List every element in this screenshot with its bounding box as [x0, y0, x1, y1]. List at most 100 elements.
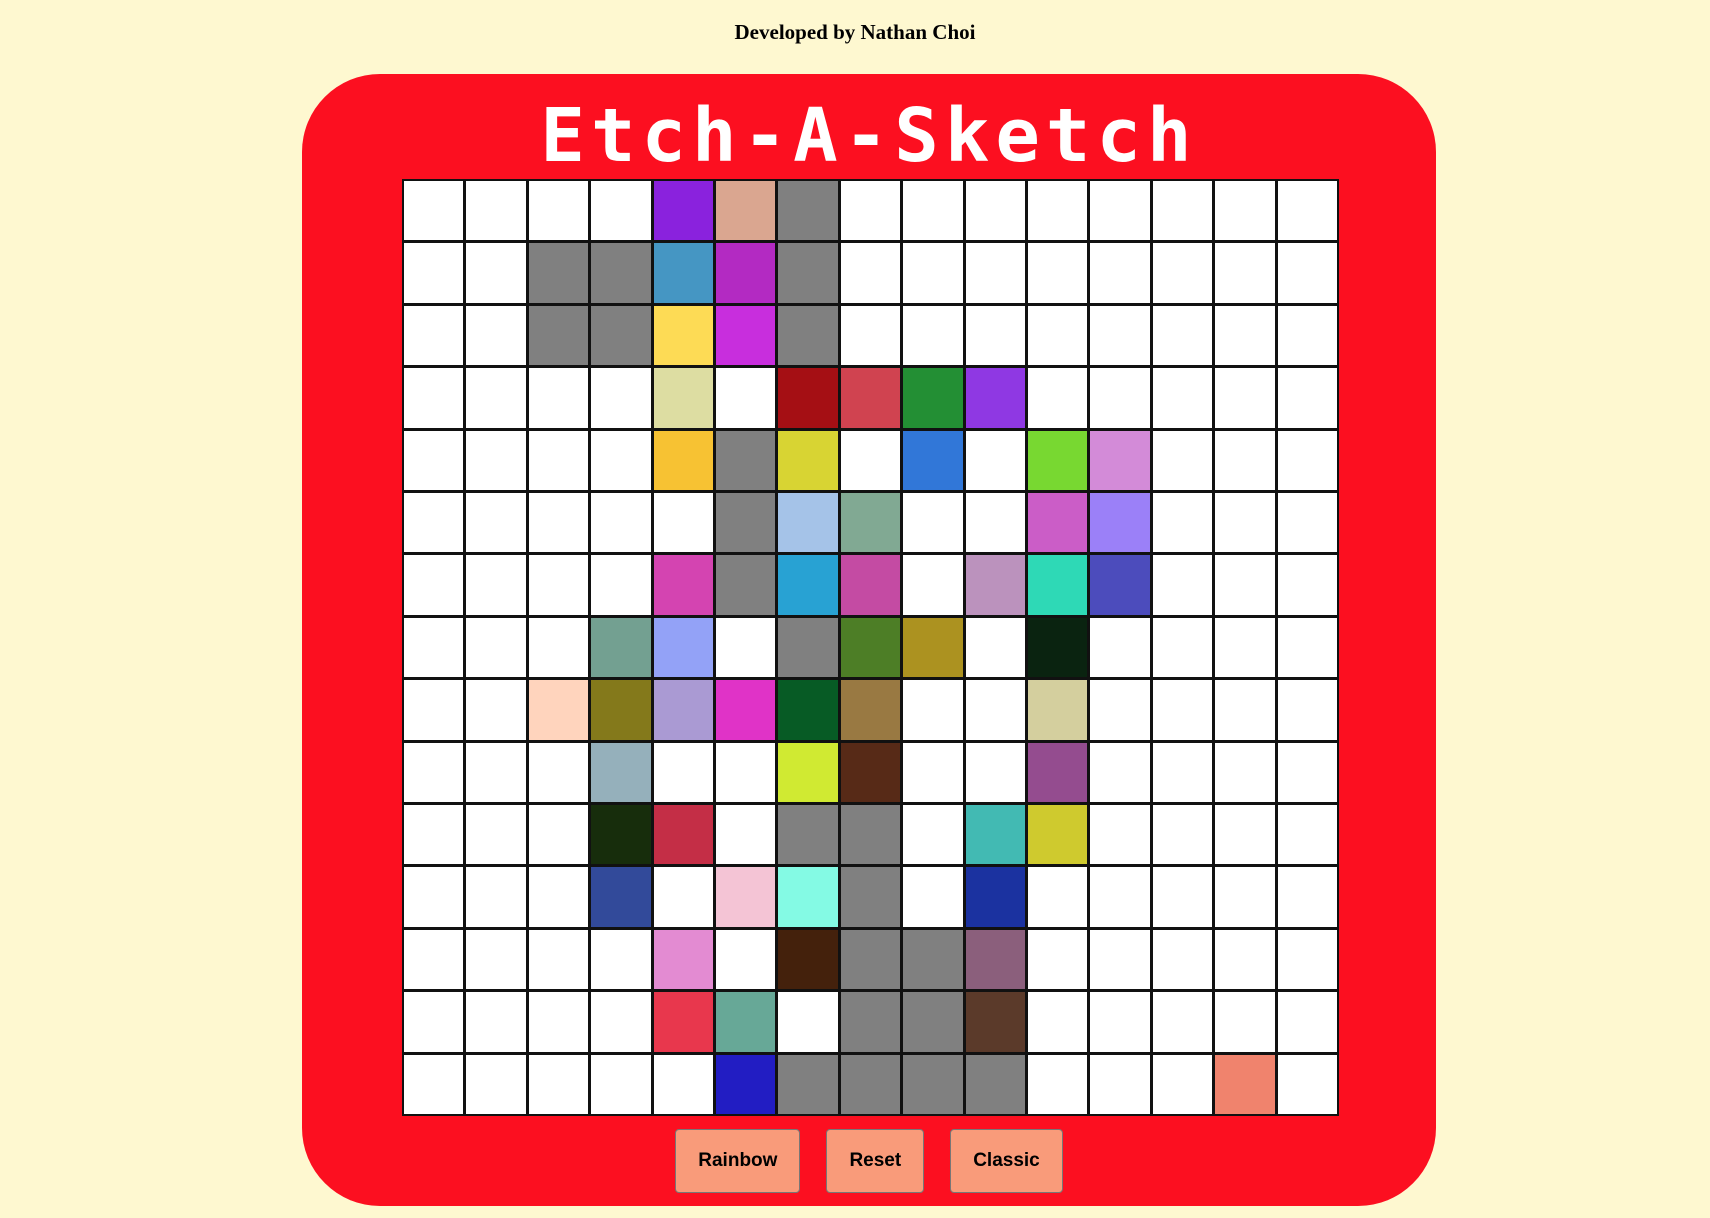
grid-cell[interactable] [1215, 493, 1275, 553]
grid-cell[interactable] [903, 181, 963, 241]
grid-cell[interactable] [965, 680, 1025, 740]
grid-cell[interactable] [965, 493, 1025, 553]
grid-cell[interactable] [466, 867, 526, 927]
grid-cell[interactable] [404, 867, 464, 927]
grid-cell[interactable] [1090, 368, 1150, 428]
grid-cell[interactable] [1152, 305, 1213, 366]
grid-cell[interactable] [653, 430, 713, 490]
grid-cell[interactable] [1152, 929, 1213, 990]
grid-cell[interactable] [1028, 368, 1088, 428]
grid-cell[interactable] [1277, 680, 1337, 740]
grid-cell[interactable] [965, 368, 1025, 428]
grid-cell[interactable] [1277, 1054, 1337, 1114]
grid-cell[interactable] [903, 680, 963, 740]
grid-cell[interactable] [1215, 243, 1275, 303]
grid-cell[interactable] [1215, 929, 1275, 990]
grid-cell[interactable] [1152, 992, 1213, 1052]
grid-cell[interactable] [778, 305, 838, 366]
grid-cell[interactable] [653, 1054, 713, 1114]
grid-cell[interactable] [965, 867, 1025, 927]
grid-cell[interactable] [466, 805, 526, 865]
grid-cell[interactable] [404, 805, 464, 865]
grid-cell[interactable] [1277, 992, 1337, 1052]
grid-cell[interactable] [778, 493, 838, 553]
grid-cell[interactable] [1277, 617, 1337, 678]
grid-cell[interactable] [840, 680, 901, 740]
grid-cell[interactable] [1090, 493, 1150, 553]
grid-cell[interactable] [1215, 742, 1275, 802]
grid-cell[interactable] [404, 617, 464, 678]
grid-cell[interactable] [965, 181, 1025, 241]
grid-cell[interactable] [1090, 867, 1150, 927]
grid-cell[interactable] [1028, 929, 1088, 990]
grid-cell[interactable] [528, 1054, 589, 1114]
grid-cell[interactable] [404, 680, 464, 740]
grid-cell[interactable] [1277, 430, 1337, 490]
grid-cell[interactable] [466, 555, 526, 615]
grid-cell[interactable] [778, 430, 838, 490]
grid-cell[interactable] [1028, 555, 1088, 615]
grid-cell[interactable] [1028, 493, 1088, 553]
grid-cell[interactable] [653, 243, 713, 303]
grid-cell[interactable] [840, 368, 901, 428]
grid-cell[interactable] [591, 742, 651, 802]
grid-cell[interactable] [840, 243, 901, 303]
grid-cell[interactable] [778, 1054, 838, 1114]
grid-cell[interactable] [653, 305, 713, 366]
grid-cell[interactable] [466, 617, 526, 678]
grid-cell[interactable] [528, 181, 589, 241]
grid-cell[interactable] [1090, 555, 1150, 615]
grid-cell[interactable] [716, 430, 776, 490]
grid-cell[interactable] [653, 181, 713, 241]
grid-cell[interactable] [778, 617, 838, 678]
grid-cell[interactable] [528, 305, 589, 366]
grid-cell[interactable] [965, 430, 1025, 490]
grid-cell[interactable] [903, 805, 963, 865]
grid-cell[interactable] [404, 368, 464, 428]
grid-cell[interactable] [716, 742, 776, 802]
grid-cell[interactable] [1028, 867, 1088, 927]
grid-cell[interactable] [1277, 805, 1337, 865]
grid-cell[interactable] [778, 368, 838, 428]
grid-cell[interactable] [591, 181, 651, 241]
grid-cell[interactable] [528, 992, 589, 1052]
grid-cell[interactable] [466, 368, 526, 428]
grid-cell[interactable] [965, 555, 1025, 615]
grid-cell[interactable] [1090, 305, 1150, 366]
grid-cell[interactable] [1152, 555, 1213, 615]
grid-cell[interactable] [1215, 867, 1275, 927]
rainbow-button[interactable]: Rainbow [675, 1129, 801, 1193]
grid-cell[interactable] [716, 680, 776, 740]
grid-cell[interactable] [1152, 742, 1213, 802]
grid-cell[interactable] [1215, 181, 1275, 241]
grid-cell[interactable] [653, 368, 713, 428]
grid-cell[interactable] [591, 929, 651, 990]
grid-cell[interactable] [466, 742, 526, 802]
grid-cell[interactable] [778, 243, 838, 303]
grid-cell[interactable] [1215, 368, 1275, 428]
grid-cell[interactable] [1277, 243, 1337, 303]
grid-cell[interactable] [903, 992, 963, 1052]
grid-cell[interactable] [1090, 430, 1150, 490]
grid-cell[interactable] [1215, 305, 1275, 366]
grid-cell[interactable] [903, 555, 963, 615]
grid-cell[interactable] [716, 555, 776, 615]
grid-cell[interactable] [1277, 929, 1337, 990]
grid-cell[interactable] [840, 929, 901, 990]
grid-cell[interactable] [404, 929, 464, 990]
grid-cell[interactable] [716, 929, 776, 990]
sketch-grid[interactable] [402, 179, 1339, 1116]
grid-cell[interactable] [1090, 243, 1150, 303]
grid-cell[interactable] [466, 243, 526, 303]
grid-cell[interactable] [1152, 617, 1213, 678]
grid-cell[interactable] [528, 805, 589, 865]
grid-cell[interactable] [1090, 617, 1150, 678]
grid-cell[interactable] [840, 992, 901, 1052]
grid-cell[interactable] [903, 1054, 963, 1114]
grid-cell[interactable] [778, 742, 838, 802]
grid-cell[interactable] [1215, 1054, 1275, 1114]
grid-cell[interactable] [840, 742, 901, 802]
grid-cell[interactable] [840, 181, 901, 241]
grid-cell[interactable] [1028, 992, 1088, 1052]
grid-cell[interactable] [1028, 181, 1088, 241]
